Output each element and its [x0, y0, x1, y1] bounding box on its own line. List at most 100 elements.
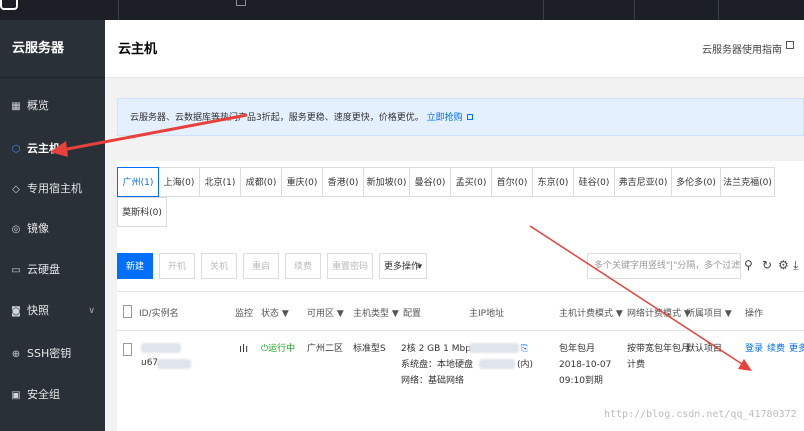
settings-icon[interactable]: ⚙ — [778, 258, 789, 272]
sidebar-item-label: 专用宿主机 — [27, 182, 82, 195]
reset-password-button[interactable]: 重置密码 — [327, 253, 373, 279]
status-running: ⏻运行中 — [261, 341, 295, 357]
cloud-logo-icon[interactable] — [0, 0, 18, 10]
search-input[interactable]: 多个关键字用竖线"|"分隔，多个过滤标签用回车键分隔 — [587, 253, 741, 279]
external-link-icon[interactable] — [466, 114, 473, 120]
sidebar-item-label: 安全组 — [27, 388, 60, 401]
sidebar-title: 云服务器 — [0, 20, 105, 78]
divider — [118, 0, 119, 20]
create-button[interactable]: 新建 — [117, 253, 153, 279]
main-content: 云服务器、云数据库等热门产品3折起，服务更稳、速度更快，价格更优。 立即抢购 广… — [105, 78, 804, 431]
sidebar-item-label: 云硬盘 — [27, 263, 60, 276]
sidebar-item-snapshot[interactable]: ◙ 快照 ∨ — [0, 297, 105, 325]
sidebar-item-overview[interactable]: ▦ 概览 — [0, 92, 105, 120]
expire-date: 2018-10-07 — [559, 360, 612, 370]
region-tab-tokyo[interactable]: 东京(0) — [532, 167, 574, 197]
region-tab-singapore[interactable]: 新加坡(0) — [363, 167, 410, 197]
instance-name[interactable]: u67 — [141, 355, 158, 371]
sidebar-item-cloud-disk[interactable]: ▭ 云硬盘 — [0, 256, 105, 284]
diamond-icon: ◇ — [12, 184, 20, 195]
project-value: 默认项目 — [686, 344, 723, 354]
divider — [718, 0, 719, 20]
col-config: 配置 — [403, 309, 422, 319]
sidebar: 云服务器 ▦ 概览 ⬡ 云主机 ◇ 专用宿主机 ◎ 镜像 ▭ 云硬盘 ◙ 快照 ∨ ⊕ SSH… — [0, 20, 105, 431]
shield-icon: ▣ — [11, 390, 21, 401]
table-header: ID/实例名 监控 状态 ▼ 可用区 ▼ 主机类型 ▼ 配置 主IP地址 主机计… — [117, 291, 804, 331]
col-billing-label: 主机计费模式 — [559, 309, 614, 319]
billing-mode: 包年包月 — [559, 344, 596, 354]
col-net-billing-label: 网络计费模式 — [627, 309, 682, 319]
renew-button[interactable]: 续费 — [285, 253, 321, 279]
region-tab-chongqing[interactable]: 重庆(0) — [281, 167, 323, 197]
private-ip-suffix: (内) — [517, 360, 534, 370]
region-tab-bangkok[interactable]: 曼谷(0) — [409, 167, 451, 197]
stop-button[interactable]: 关机 — [201, 253, 237, 279]
chevron-down-icon: ∨ — [88, 306, 95, 316]
region-tab-frankfurt[interactable]: 法兰克福(0) — [720, 167, 775, 197]
redacted-instance-name — [157, 359, 191, 369]
monitor-chart-icon[interactable]: ılı — [239, 341, 248, 357]
search-icon[interactable]: ⚲ — [744, 258, 753, 272]
filter-icon: ▼ — [391, 309, 399, 319]
more-actions-dropdown[interactable]: 更多操作 ▾ — [379, 253, 427, 279]
region-tab-virginia[interactable]: 弗吉尼亚(0) — [614, 167, 672, 197]
console-icon[interactable] — [236, 0, 246, 6]
region-tab-beijing[interactable]: 北京(1) — [199, 167, 241, 197]
external-link-icon[interactable] — [786, 41, 794, 49]
refresh-icon[interactable]: ↻ — [762, 258, 772, 272]
col-type-label: 主机类型 — [353, 309, 390, 319]
camera-icon: ◙ — [11, 306, 21, 317]
grid-icon: ▦ — [11, 101, 21, 112]
region-tab-moscow[interactable]: 莫斯科(0) — [117, 197, 167, 227]
region-tab-guangzhou[interactable]: 广州(1) — [117, 167, 159, 197]
host-type-value: 标准型S — [353, 344, 386, 354]
net-billing-line1: 按带宽包年包月 — [627, 344, 691, 354]
redacted-private-ip — [479, 359, 515, 369]
col-project-label: 所属项目 — [686, 309, 723, 319]
sidebar-item-cvm[interactable]: ⬡ 云主机 — [0, 135, 105, 163]
download-icon[interactable]: ⤓ — [793, 258, 798, 273]
sidebar-item-ssh-key[interactable]: ⊕ SSH密钥 — [0, 340, 105, 368]
login-link[interactable]: 登录 — [745, 341, 763, 357]
col-type[interactable]: 主机类型 ▼ — [353, 306, 399, 319]
col-status-label: 状态 — [261, 309, 280, 319]
region-tab-seoul[interactable]: 首尔(0) — [491, 167, 533, 197]
key-icon: ⊕ — [11, 349, 21, 360]
restart-button[interactable]: 重启 — [243, 253, 279, 279]
col-project[interactable]: 所属项目 ▼ — [686, 306, 732, 319]
buy-now-link[interactable]: 立即抢购 — [427, 113, 463, 123]
col-status[interactable]: 状态 ▼ — [261, 306, 289, 319]
region-tab-chengdu[interactable]: 成都(0) — [240, 167, 282, 197]
guide-link[interactable]: 云服务器使用指南 — [702, 41, 782, 56]
copy-icon[interactable]: ⎘ — [521, 341, 528, 357]
sidebar-item-image[interactable]: ◎ 镜像 — [0, 215, 105, 243]
region-tab-silicon-valley[interactable]: 硅谷(0) — [573, 167, 615, 197]
config-line1: 2核 2 GB 1 Mbps — [401, 344, 476, 354]
notice-text: 云服务器、云数据库等热门产品3折起，服务更稳、速度更快，价格更优。 — [130, 113, 424, 123]
region-tab-toronto[interactable]: 多伦多(0) — [671, 167, 721, 197]
select-all-checkbox[interactable] — [123, 305, 132, 318]
col-net-billing[interactable]: 网络计费模式 ▼ — [627, 306, 691, 319]
sidebar-item-dedicated-host[interactable]: ◇ 专用宿主机 — [0, 175, 105, 203]
col-id: ID/实例名 — [139, 309, 179, 319]
more-link[interactable]: 更多 — [789, 341, 804, 357]
divider — [634, 0, 635, 20]
expire-time: 09:10到期 — [559, 376, 603, 386]
config-line2: 系统盘：本地硬盘 — [401, 360, 474, 370]
col-zone[interactable]: 可用区 ▼ — [307, 306, 344, 319]
renew-link[interactable]: 续费 — [767, 341, 785, 357]
filter-icon: ▼ — [615, 309, 623, 319]
col-ip: 主IP地址 — [469, 309, 505, 319]
region-tab-shanghai[interactable]: 上海(0) — [158, 167, 200, 197]
sidebar-item-security-group[interactable]: ▣ 安全组 — [0, 381, 105, 409]
cube-icon: ⬡ — [11, 144, 21, 155]
row-checkbox[interactable] — [123, 343, 132, 356]
region-tab-hongkong[interactable]: 香港(0) — [322, 167, 364, 197]
disk-icon: ▭ — [11, 265, 21, 276]
promo-notice: 云服务器、云数据库等热门产品3折起，服务更稳、速度更快，价格更优。 立即抢购 — [117, 98, 804, 136]
start-button[interactable]: 开机 — [159, 253, 195, 279]
region-tab-mumbai[interactable]: 孟买(0) — [450, 167, 492, 197]
col-billing[interactable]: 主机计费模式 ▼ — [559, 306, 623, 319]
watermark: http://blog.csdn.net/qq_41780372 — [604, 409, 797, 420]
col-zone-label: 可用区 — [307, 309, 335, 319]
